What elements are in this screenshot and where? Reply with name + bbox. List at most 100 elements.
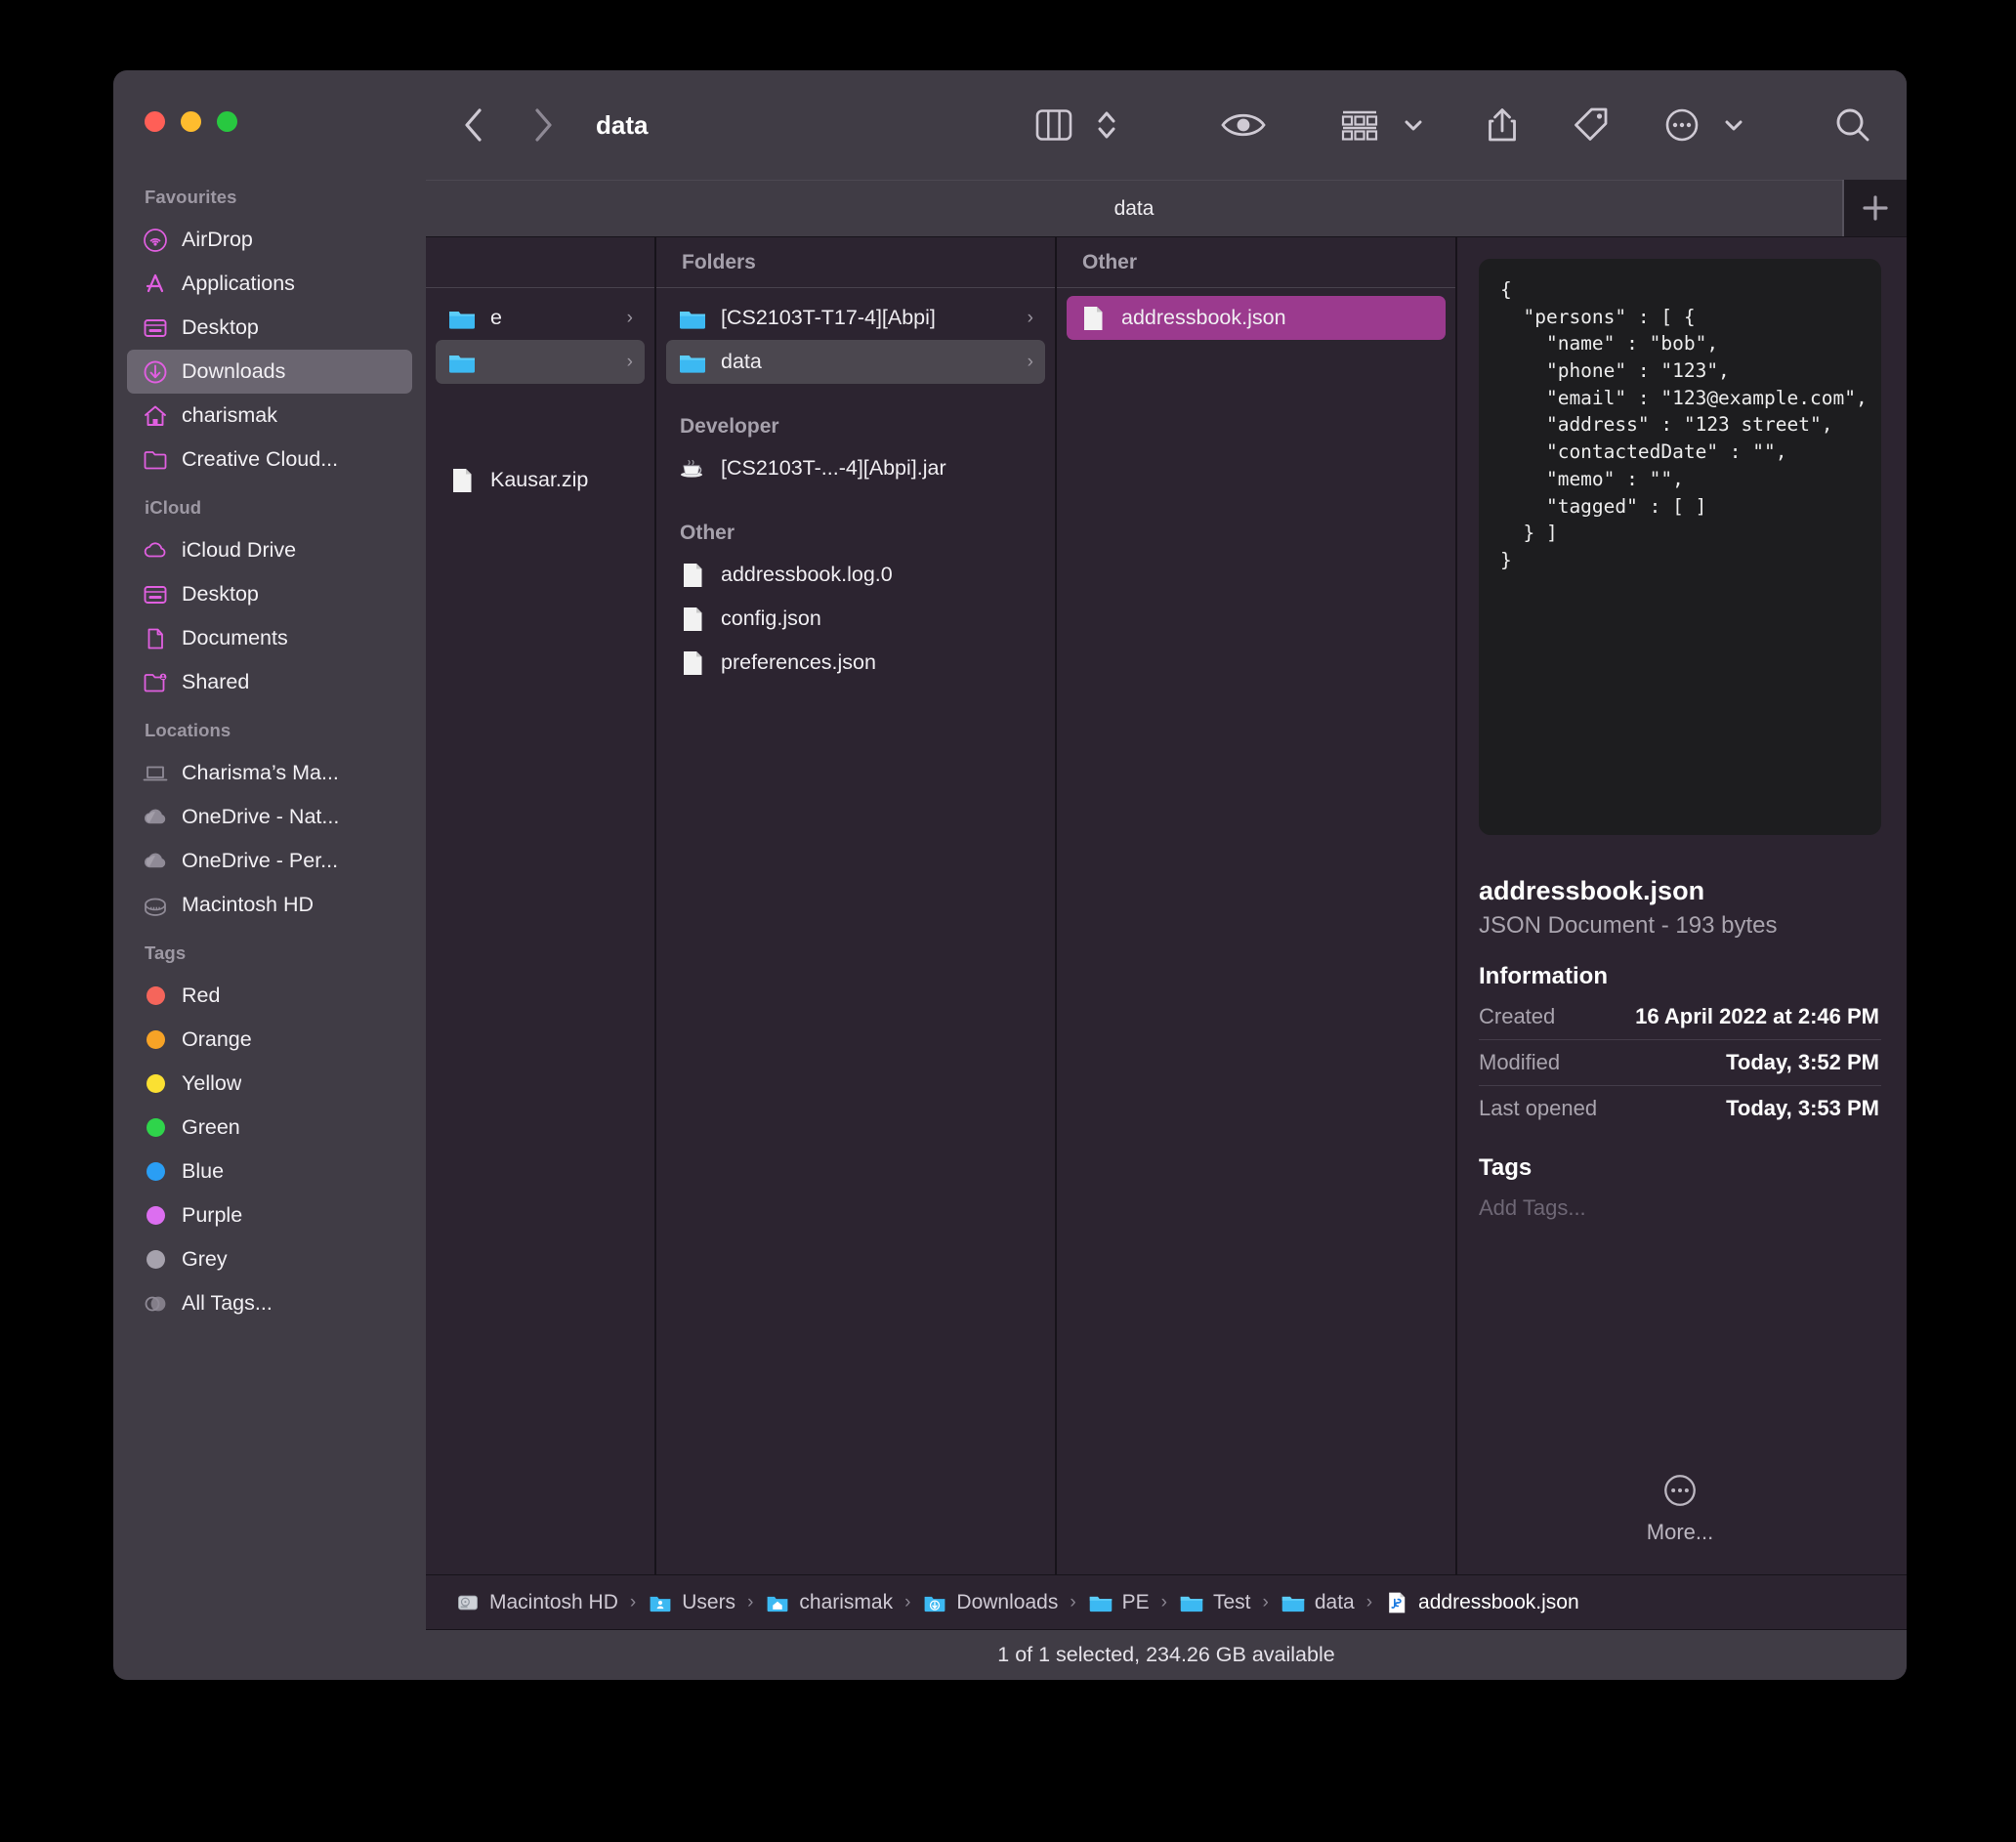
sidebar-item-macintosh-hd[interactable]: Macintosh HD <box>127 883 412 927</box>
preview-filename: addressbook.json <box>1479 876 1881 906</box>
breadcrumb-separator: › <box>1251 1592 1281 1613</box>
document-icon <box>678 649 707 678</box>
file-name: addressbook.log.0 <box>721 563 1033 587</box>
file-row[interactable]: addressbook.json <box>1067 296 1446 340</box>
info-value: Today, 3:53 PM <box>1726 1096 1879 1121</box>
sidebar-item-onedrive-per[interactable]: OneDrive - Per... <box>127 839 412 883</box>
sidebar-item-desktop[interactable]: Desktop <box>127 306 412 350</box>
file-row[interactable]: addressbook.log.0 <box>666 553 1045 597</box>
minimize-button[interactable] <box>181 111 201 132</box>
add-tags-field[interactable]: Add Tags... <box>1479 1195 1881 1221</box>
json-preview-text: { "persons" : [ { "name" : "bob", "phone… <box>1479 259 1881 835</box>
sidebar-item-charismak[interactable]: charismak <box>127 394 412 438</box>
sidebar-item-purple[interactable]: Purple <box>127 1193 412 1237</box>
chevron-right-icon[interactable]: › <box>627 308 633 329</box>
more-actions-icon[interactable] <box>1655 98 1709 152</box>
file-row[interactable]: config.json <box>666 597 1045 641</box>
sidebar-item-blue[interactable]: Blue <box>127 1150 412 1193</box>
sidebar-section-title: iCloud <box>127 481 412 528</box>
breadcrumb-item[interactable]: Test <box>1179 1590 1251 1615</box>
view-stepper-icon[interactable] <box>1086 98 1127 152</box>
close-button[interactable] <box>145 111 165 132</box>
breadcrumb-item[interactable]: Users <box>648 1590 735 1615</box>
breadcrumb-item[interactable]: Downloads <box>922 1590 1058 1615</box>
spacer <box>436 384 645 458</box>
back-button[interactable] <box>447 100 498 150</box>
breadcrumb-item[interactable]: PE <box>1088 1590 1150 1615</box>
more-button[interactable]: More... <box>1479 1471 1881 1545</box>
file-name: config.json <box>721 607 1033 631</box>
tab-data[interactable]: data <box>426 180 1842 236</box>
sidebar-item-label: OneDrive - Per... <box>182 849 338 873</box>
preview-kind-size: JSON Document - 193 bytes <box>1479 912 1881 940</box>
sidebar-item-red[interactable]: Red <box>127 974 412 1018</box>
column-body[interactable]: addressbook.json <box>1057 288 1455 1574</box>
column-header <box>426 237 654 288</box>
chevron-right-icon[interactable]: › <box>627 352 633 373</box>
sidebar-item-label: Blue <box>182 1159 224 1184</box>
column-body[interactable]: [CS2103T-T17-4][Abpi]›data›Developer[CS2… <box>656 288 1055 1574</box>
file-row[interactable]: [CS2103T-T17-4][Abpi]› <box>666 296 1045 340</box>
tag-color-dot-icon <box>143 1159 168 1185</box>
sidebar-item-desktop[interactable]: Desktop <box>127 572 412 616</box>
sidebar-item-creative-cloud[interactable]: Creative Cloud... <box>127 438 412 481</box>
breadcrumb-item[interactable]: charismak <box>765 1590 893 1615</box>
group-by-control[interactable] <box>1330 98 1434 152</box>
sidebar-item-yellow[interactable]: Yellow <box>127 1062 412 1106</box>
breadcrumb-item[interactable]: data <box>1281 1590 1355 1615</box>
breadcrumb-item[interactable]: Macintosh HD <box>455 1590 618 1615</box>
chevron-right-icon[interactable]: › <box>1028 308 1033 329</box>
chevron-right-icon[interactable]: › <box>1028 352 1033 373</box>
sidebar-item-label: Creative Cloud... <box>182 447 338 472</box>
column-clipped[interactable]: e››Kausar.zip <box>426 237 656 1574</box>
view-mode-control[interactable] <box>1026 98 1127 152</box>
sidebar-item-applications[interactable]: Applications <box>127 262 412 306</box>
sidebar-item-orange[interactable]: Orange <box>127 1018 412 1062</box>
file-row[interactable]: preferences.json <box>666 641 1045 685</box>
sidebar-item-airdrop[interactable]: AirDrop <box>127 218 412 262</box>
new-tab-button[interactable] <box>1842 180 1907 236</box>
chevron-down-icon[interactable] <box>1713 98 1754 152</box>
sidebar-item-onedrive-nat[interactable]: OneDrive - Nat... <box>127 795 412 839</box>
tag-icon[interactable] <box>1563 98 1619 152</box>
group-by-icon[interactable] <box>1330 98 1389 152</box>
file-row[interactable]: Kausar.zip <box>436 458 645 502</box>
column-body[interactable]: e››Kausar.zip <box>426 288 654 1574</box>
sidebar-item-documents[interactable]: Documents <box>127 616 412 660</box>
breadcrumb-label: Downloads <box>956 1591 1058 1614</box>
sidebar-item-green[interactable]: Green <box>127 1106 412 1150</box>
sidebar-item-downloads[interactable]: Downloads <box>127 350 412 394</box>
more-actions-control[interactable] <box>1655 98 1754 152</box>
file-row[interactable]: data› <box>666 340 1045 384</box>
column-view-icon[interactable] <box>1026 98 1082 152</box>
breadcrumb-separator: › <box>1150 1592 1179 1613</box>
sidebar-item-label: Shared <box>182 670 249 694</box>
sidebar-item-icloud-drive[interactable]: iCloud Drive <box>127 528 412 572</box>
document-icon <box>678 605 707 634</box>
sidebar-item-shared[interactable]: Shared <box>127 660 412 704</box>
share-icon[interactable] <box>1477 98 1528 152</box>
sidebar-item-grey[interactable]: Grey <box>127 1237 412 1281</box>
breadcrumb-item[interactable]: addressbook.json <box>1384 1590 1579 1615</box>
sidebar-item-charisma-s-ma[interactable]: Charisma’s Ma... <box>127 751 412 795</box>
search-icon[interactable] <box>1825 98 1881 152</box>
sidebar-item-label: Desktop <box>182 315 259 340</box>
maximize-button[interactable] <box>217 111 237 132</box>
breadcrumb-separator: › <box>618 1592 648 1613</box>
file-row[interactable]: e› <box>436 296 645 340</box>
tag-color-dot-icon <box>143 1027 168 1053</box>
column-other[interactable]: Other addressbook.json <box>1057 237 1457 1574</box>
breadcrumb-separator: › <box>893 1592 922 1613</box>
quicklook-eye-icon[interactable] <box>1211 98 1276 152</box>
forward-button[interactable] <box>518 100 568 150</box>
file-row[interactable]: › <box>436 340 645 384</box>
column-folders[interactable]: Folders [CS2103T-T17-4][Abpi]›data›Devel… <box>656 237 1057 1574</box>
tag-color-dot-icon <box>143 1071 168 1097</box>
harddisk-icon <box>455 1590 481 1615</box>
breadcrumb[interactable]: Macintosh HD›Users›charismak›Downloads›P… <box>426 1574 1907 1629</box>
file-row[interactable]: [CS2103T-...-4][Abpi].jar <box>666 446 1045 490</box>
folder-icon <box>678 304 707 333</box>
sidebar-item-all-tags[interactable]: All Tags... <box>127 1281 412 1325</box>
sidebar-list[interactable]: FavouritesAirDropApplicationsDesktopDown… <box>113 132 426 1325</box>
chevron-down-icon[interactable] <box>1393 98 1434 152</box>
